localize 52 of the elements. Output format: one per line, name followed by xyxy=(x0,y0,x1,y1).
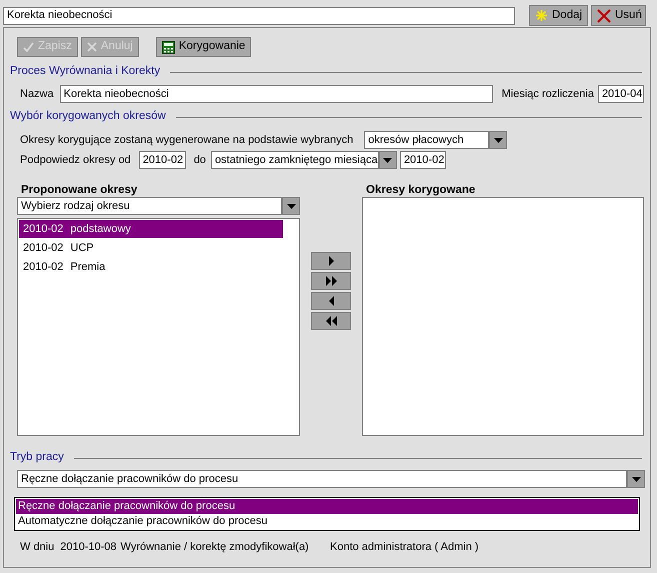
calculator-icon xyxy=(162,40,175,54)
info-user: Konto administratora ( Admin ) xyxy=(330,542,479,552)
field-label: Miesiąc rozliczenia xyxy=(502,88,594,100)
double-arrow-left-icon xyxy=(326,316,336,326)
section-title: Tryb pracy xyxy=(10,452,64,464)
dropdown-button[interactable] xyxy=(378,151,397,169)
transfer-button[interactable] xyxy=(311,272,351,290)
to-date-field[interactable]: 2010-02 xyxy=(400,151,446,169)
list-item[interactable]: 2010-02 UCP xyxy=(19,239,283,257)
delete-icon xyxy=(597,8,611,22)
dropdown-button[interactable] xyxy=(627,470,645,488)
double-arrow-right-icon xyxy=(326,276,336,286)
section-title: Wybór korygowanych okresów xyxy=(10,111,166,123)
star-icon xyxy=(535,9,548,22)
name-field[interactable]: Korekta nieobecności xyxy=(60,85,493,103)
field-label: Podpowiedz okresy od xyxy=(20,154,131,166)
transfer-button[interactable] xyxy=(311,292,351,310)
from-field[interactable]: 2010-02 xyxy=(138,151,186,169)
name-field[interactable]: Korekta nieobecności xyxy=(3,6,515,24)
list-heading: Proponowane okresy xyxy=(21,185,138,197)
list-heading: Okresy korygowane xyxy=(366,185,476,197)
caret-icon xyxy=(494,138,503,142)
arrow-left-icon xyxy=(326,296,336,306)
info-label: W dniu xyxy=(20,542,54,552)
field-label: Okresy korygujące zostaną wygenerowane na podstawie wybranych xyxy=(20,134,354,146)
transfer-button[interactable] xyxy=(311,312,351,330)
caret-icon xyxy=(383,158,392,162)
transfer-button[interactable] xyxy=(311,252,351,270)
arrow-right-icon xyxy=(326,256,336,266)
add-button[interactable]: Dodaj xyxy=(529,5,588,26)
correction-button[interactable]: Korygowanie xyxy=(156,37,252,57)
caret-icon xyxy=(286,204,296,208)
close-icon xyxy=(86,42,97,52)
checkmark-icon xyxy=(23,42,34,52)
list-item[interactable]: 2010-02 podstawowy xyxy=(19,220,283,238)
caret-icon xyxy=(632,476,640,482)
month-field[interactable]: 2010-04 xyxy=(598,85,644,103)
list-item[interactable]: 2010-02 Premia xyxy=(19,258,283,276)
dropdown-button[interactable] xyxy=(282,197,300,215)
field-label: Nazwa xyxy=(20,88,54,100)
period-type-combo[interactable]: Wybierz rodzaj okresu xyxy=(17,197,282,215)
delete-button[interactable]: Usuń xyxy=(591,5,646,26)
info-date: 2010-10-08 xyxy=(60,542,117,552)
to-combo[interactable]: ostatniego zamkniętego miesiąca xyxy=(210,151,379,169)
field-label: do xyxy=(194,154,206,166)
info-action: Wyrównanie / korektę zmodyfikował(a) xyxy=(120,542,309,552)
section-title: Proces Wyrównania i Korekty xyxy=(10,66,160,78)
basis-combo[interactable]: okresów płacowych xyxy=(364,131,490,149)
dropdown-option[interactable]: Automatyczne dołączanie pracowników do procesu xyxy=(16,514,638,529)
dropdown-button[interactable] xyxy=(489,131,508,149)
dropdown-option[interactable]: Ręczne dołączanie pracowników do procesu xyxy=(16,499,638,514)
work-mode-combo[interactable]: Ręczne dołączanie pracowników do procesu xyxy=(17,470,627,488)
